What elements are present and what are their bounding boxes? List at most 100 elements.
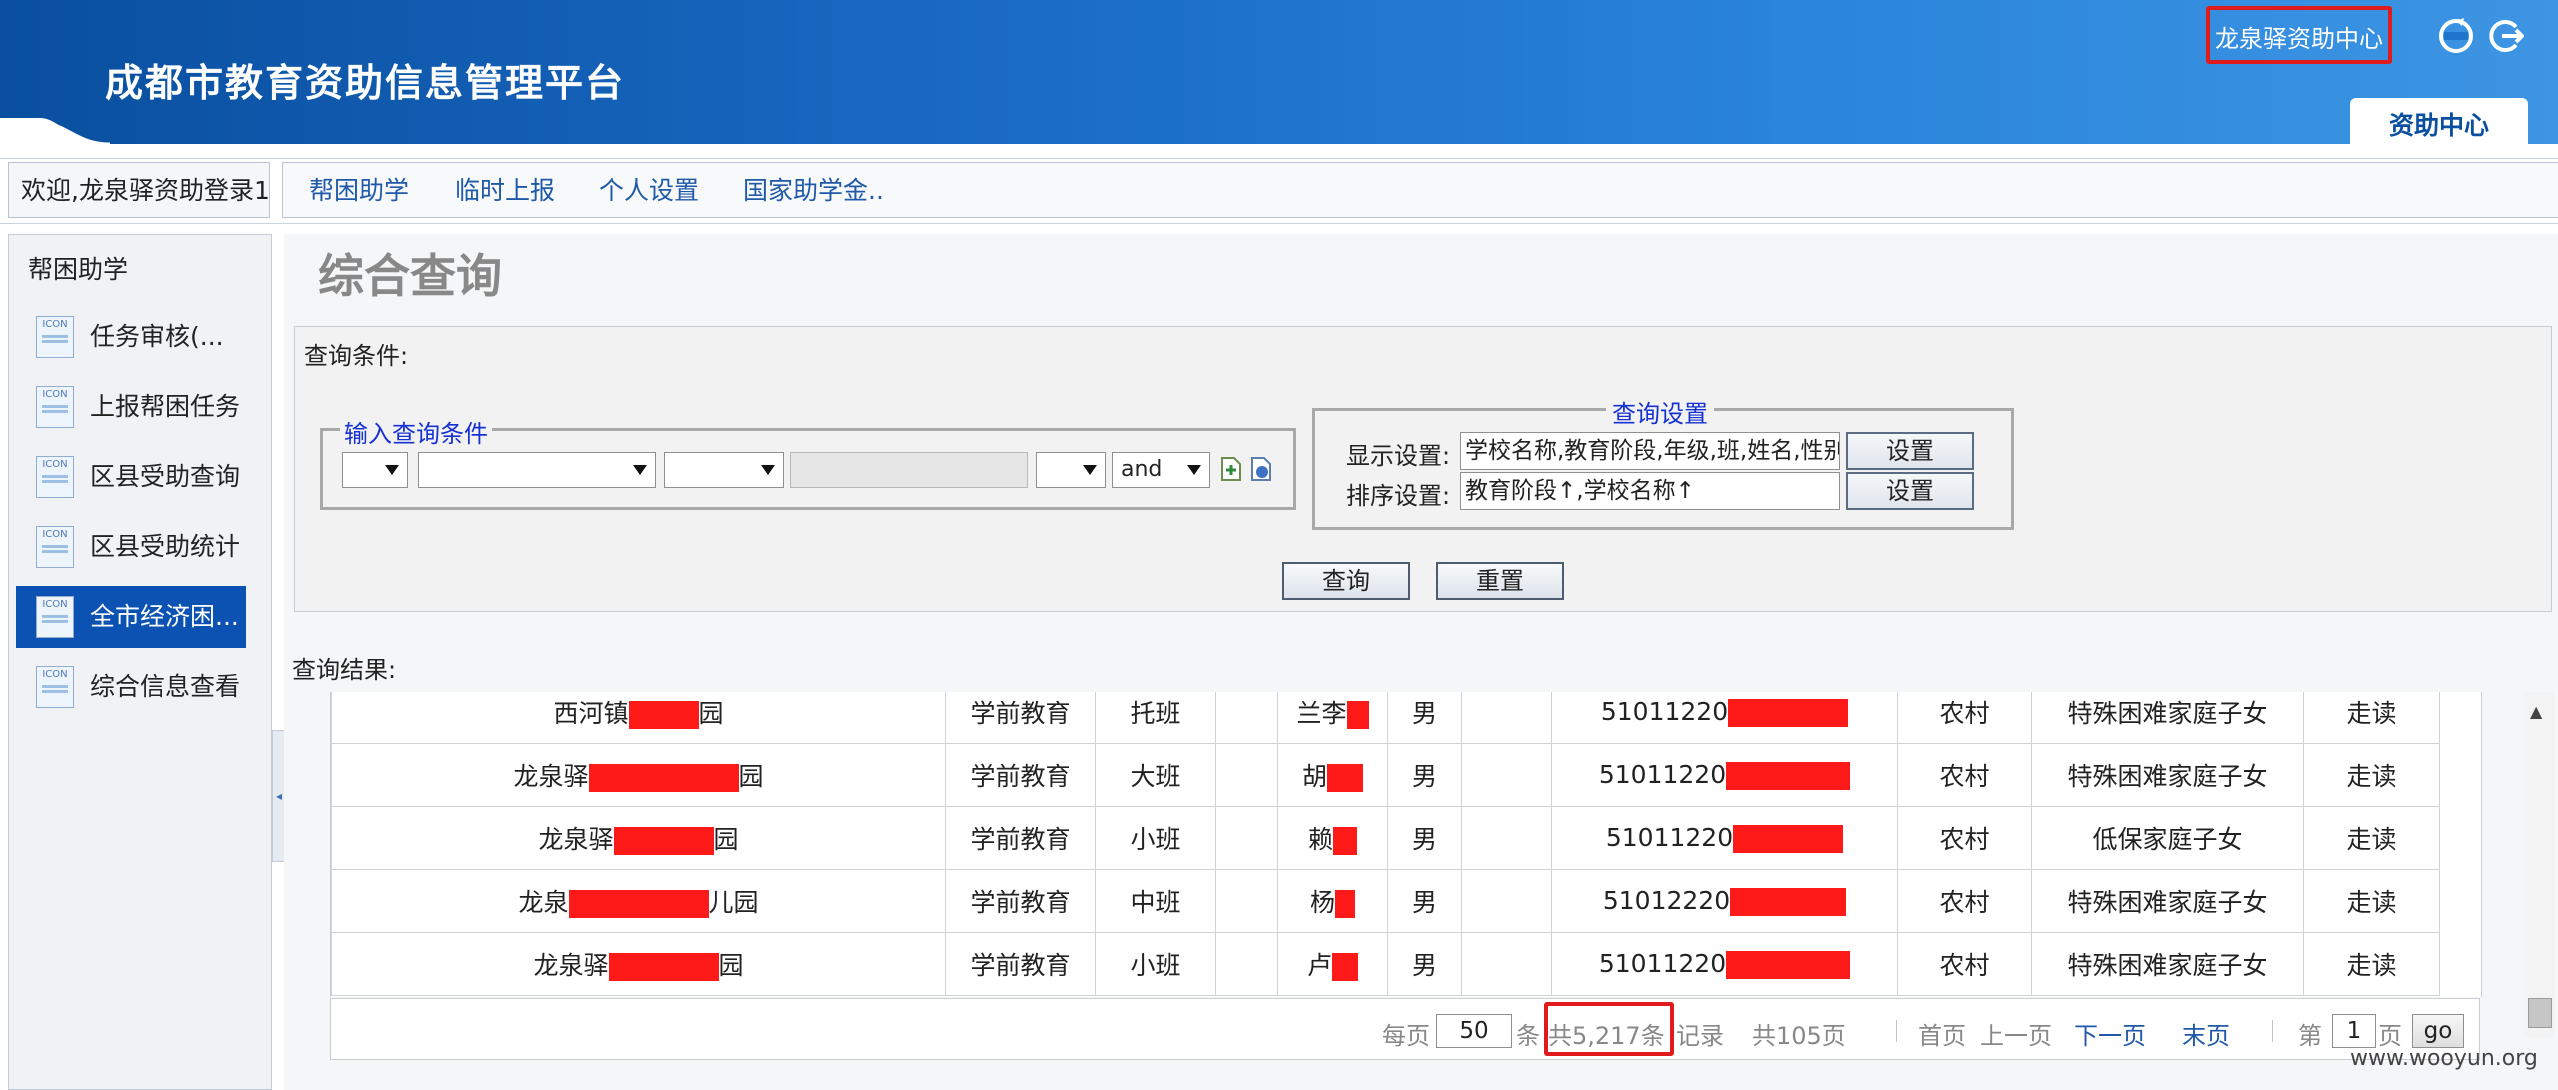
sidebar-item-district-stats[interactable]: ICON 区县受助统计	[16, 516, 246, 578]
last-page-link[interactable]: 末页	[2182, 1016, 2230, 1051]
table-row[interactable]: 龙泉驿 园 学前教育 小班 卢 男 51011220 农村 特殊困难家庭子女 走读	[331, 932, 2440, 996]
cell-text: 男	[1411, 699, 1437, 728]
sidebar-item-task-review[interactable]: ICON 任务审核(...	[16, 306, 246, 368]
logout-icon[interactable]	[2488, 18, 2524, 54]
page-number-input[interactable]: 1	[2332, 1014, 2376, 1048]
cell-text: 走读	[2346, 699, 2397, 728]
module-icon: ICON	[36, 386, 74, 428]
id-cell: 51011220	[1551, 692, 1898, 744]
category-cell: 特殊困难家庭子女	[2031, 743, 2304, 807]
cell-text: 男	[1411, 825, 1437, 854]
gender-cell: 男	[1387, 869, 1462, 933]
school-cell: 西河镇 园	[331, 692, 946, 744]
nav-assistance[interactable]: 帮困助学	[309, 163, 409, 219]
blank-cell	[1461, 806, 1552, 870]
boarding-cell: 走读	[2303, 743, 2440, 807]
redaction-mark	[1332, 953, 1358, 981]
table-row[interactable]: 龙泉 儿园 学前教育 中班 杨 男 51012220 农村 特殊困难家庭子女 走读	[331, 869, 2440, 933]
table-row[interactable]: 西河镇 园 学前教育 托班 兰李 男 51011220 农村 特殊困难家庭子女 走读	[331, 692, 2440, 744]
cell-text: 51012220	[1602, 886, 1731, 915]
redaction-mark	[1726, 762, 1851, 790]
condition-value-input[interactable]	[790, 452, 1028, 488]
bracket-select[interactable]	[342, 452, 408, 488]
name-cell: 杨	[1277, 869, 1388, 933]
delete-condition-icon[interactable]	[1250, 456, 1272, 482]
redaction-mark	[1335, 890, 1355, 918]
display-settings-input[interactable]: 学校名称,教育阶段,年级,班,姓名,性别	[1460, 432, 1840, 470]
sort-settings-label: 排序设置:	[1346, 482, 1451, 510]
chevron-down-icon	[1083, 465, 1097, 475]
grade-cell: 大班	[1095, 743, 1216, 807]
chevron-down-icon	[1187, 465, 1201, 475]
category-cell: 特殊困难家庭子女	[2031, 692, 2304, 744]
scroll-thumb[interactable]	[2528, 998, 2552, 1028]
id-cell: 51012220	[1551, 869, 1898, 933]
display-settings-button[interactable]: 设置	[1846, 432, 1974, 470]
query-button[interactable]: 查询	[1282, 562, 1410, 600]
table-row[interactable]: 龙泉驿 园 学前教育 小班 赖 男 51011220 农村 低保家庭子女 走读	[331, 806, 2440, 870]
page-size-input[interactable]: 50	[1436, 1014, 1512, 1048]
cell-text: 特殊困难家庭子女	[2067, 762, 2268, 791]
module-icon: ICON	[36, 526, 74, 568]
chevron-down-icon	[633, 465, 647, 475]
nav-personal-settings[interactable]: 个人设置	[599, 163, 699, 219]
cell-text: 男	[1411, 951, 1437, 980]
query-conditions-label: 查询条件:	[304, 342, 409, 370]
module-icon: ICON	[36, 666, 74, 708]
results-scrollbar[interactable]	[2524, 692, 2554, 1037]
cell-text: 学前教育	[970, 825, 1071, 854]
tab-funding-center[interactable]: 资助中心	[2350, 98, 2528, 152]
area-cell: 农村	[1897, 932, 2032, 996]
first-page-link[interactable]: 首页	[1918, 1016, 1966, 1051]
cell-text: 走读	[2346, 888, 2397, 917]
cell-text: 51011220	[1605, 823, 1734, 852]
redaction-mark	[1333, 827, 1357, 855]
next-page-link[interactable]: 下一页	[2074, 1016, 2146, 1051]
add-condition-icon[interactable]	[1220, 456, 1242, 482]
school-cell: 龙泉 儿园	[331, 869, 946, 933]
category-cell: 低保家庭子女	[2031, 806, 2304, 870]
go-button[interactable]: go	[2412, 1014, 2464, 1048]
redaction-mark	[568, 890, 709, 918]
logic-select[interactable]: and	[1112, 452, 1210, 488]
scroll-up-arrow-icon[interactable]: ▲	[2530, 702, 2542, 721]
operator-select[interactable]	[664, 452, 784, 488]
field-select[interactable]	[418, 452, 656, 488]
sort-settings-button[interactable]: 设置	[1846, 472, 1974, 510]
current-center-link[interactable]: 龙泉驿资助中心	[2206, 6, 2392, 64]
sidebar-title: 帮困助学	[28, 255, 129, 284]
redaction-mark	[1726, 951, 1851, 979]
sidebar-item-city-economic[interactable]: ICON 全市经济困...	[16, 586, 246, 648]
nav-temp-report[interactable]: 临时上报	[455, 163, 555, 219]
table-row[interactable]: 龙泉驿 园 学前教育 大班 胡 男 51011220 农村 特殊困难家庭子女 走读	[331, 743, 2440, 807]
sort-settings-input[interactable]: 教育阶段↑,学校名称↑	[1460, 472, 1840, 510]
class-cell	[1215, 869, 1278, 933]
area-cell: 农村	[1897, 869, 2032, 933]
cell-text: 西河镇	[553, 699, 629, 728]
cell-text: 农村	[1939, 951, 1990, 980]
sidebar-item-info-view[interactable]: ICON 综合信息查看	[16, 656, 246, 718]
top-navigation: 帮困助学 临时上报 个人设置 国家助学金..	[282, 162, 2558, 218]
refresh-icon[interactable]	[2438, 18, 2474, 54]
cell-text: 51011220	[1600, 697, 1729, 726]
reset-button[interactable]: 重置	[1436, 562, 1564, 600]
class-cell	[1215, 806, 1278, 870]
cell-text: 农村	[1939, 888, 1990, 917]
cell-text: 51011220	[1598, 949, 1727, 978]
cell-text: 园	[738, 762, 764, 791]
nav-national-grant[interactable]: 国家助学金..	[743, 163, 884, 219]
sidebar-item-label: 区县受助统计	[90, 532, 241, 561]
sidebar-item-label: 区县受助查询	[90, 462, 241, 491]
gender-cell: 男	[1387, 692, 1462, 744]
sidebar-item-report-task[interactable]: ICON 上报帮困任务	[16, 376, 246, 438]
cell-text: 农村	[1939, 699, 1990, 728]
blank-cell	[1461, 869, 1552, 933]
cell-text: 特殊困难家庭子女	[2067, 951, 2268, 980]
cell-text: 学前教育	[970, 951, 1071, 980]
welcome-message: 欢迎,龙泉驿资助登录1	[8, 162, 270, 218]
close-bracket-select[interactable]	[1036, 452, 1106, 488]
sidebar-item-district-query[interactable]: ICON 区县受助查询	[16, 446, 246, 508]
watermark: www.wooyun.org	[2350, 1046, 2538, 1071]
prev-page-link[interactable]: 上一页	[1980, 1016, 2052, 1051]
cell-text: 学前教育	[970, 888, 1071, 917]
